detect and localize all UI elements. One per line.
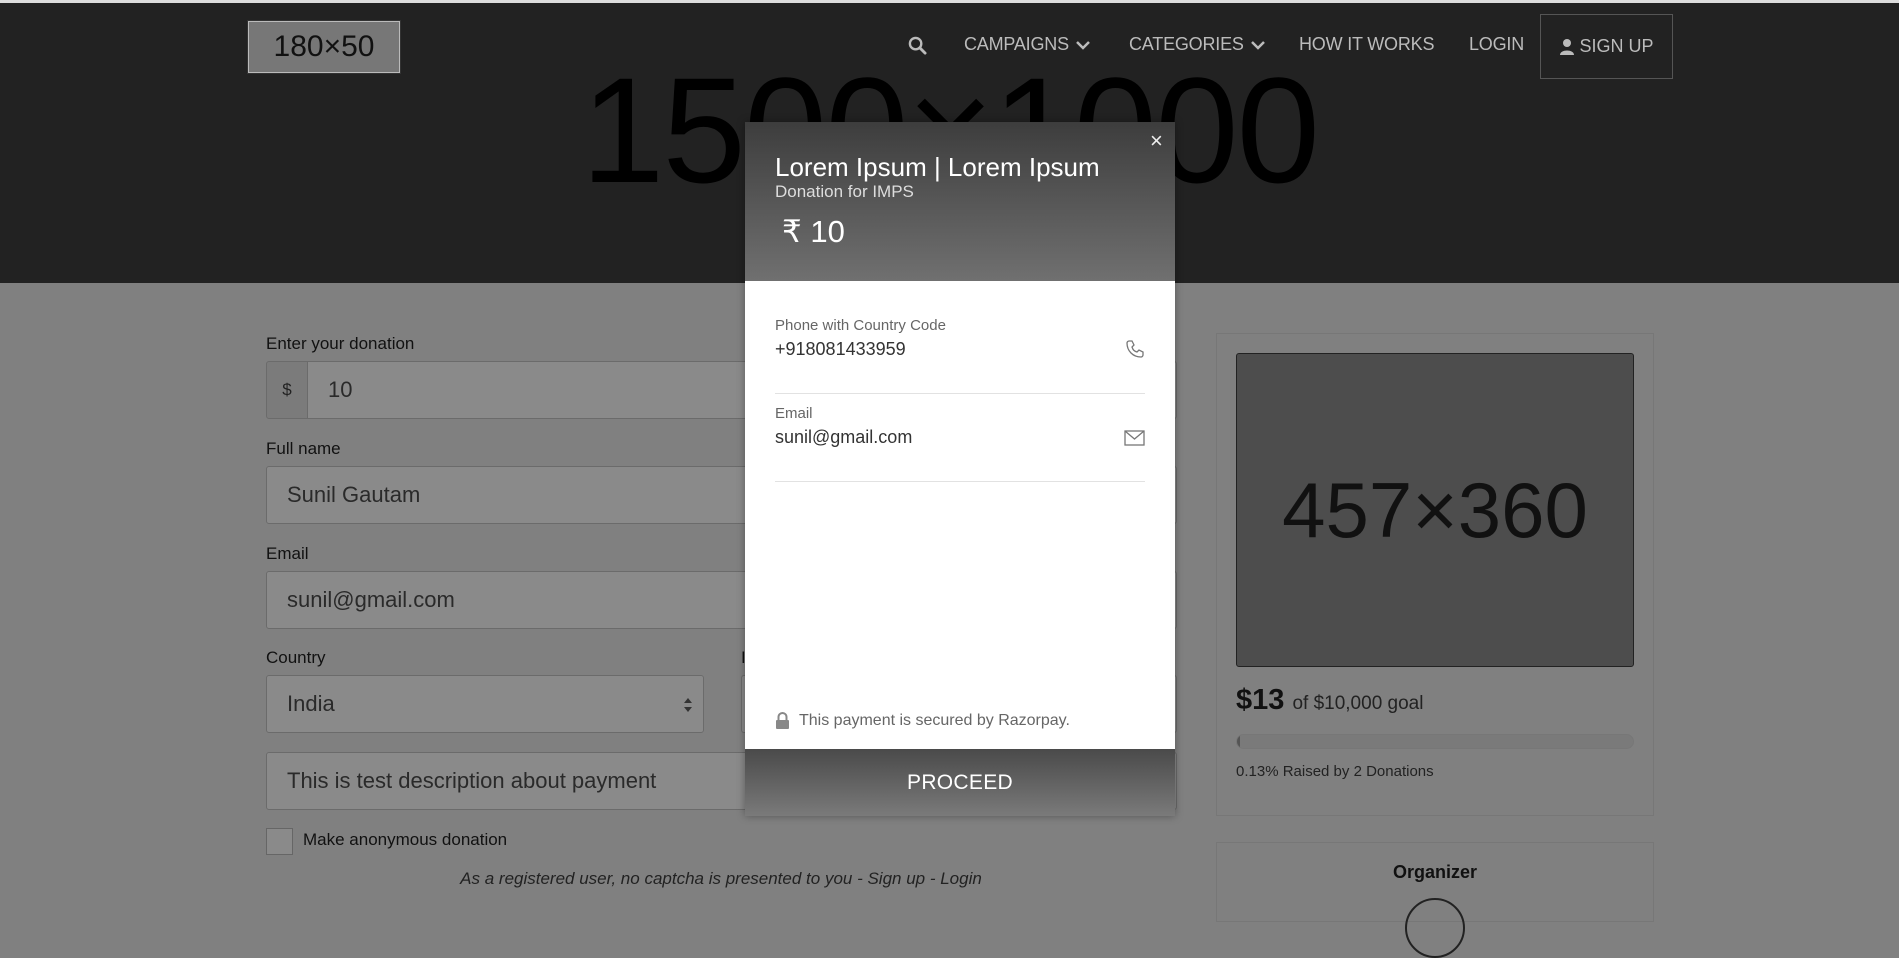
nav-categories[interactable]: CATEGORIES bbox=[1129, 34, 1267, 55]
fullname-value: Sunil Gautam bbox=[287, 482, 421, 507]
anonymous-checkbox[interactable] bbox=[266, 828, 293, 855]
anonymous-label: Make anonymous donation bbox=[303, 830, 508, 849]
chevron-down-icon bbox=[1250, 41, 1265, 51]
proceed-button[interactable]: PROCEED bbox=[745, 749, 1175, 816]
currency-addon: $ bbox=[266, 361, 308, 419]
donation-amount-value: 10 bbox=[328, 377, 353, 402]
mail-icon bbox=[1124, 430, 1145, 446]
nav-campaigns-label: CAMPAIGNS bbox=[964, 34, 1069, 54]
modal-amount: ₹ 10 bbox=[782, 214, 845, 249]
nav-login[interactable]: LOGIN bbox=[1469, 34, 1524, 55]
progress-bar bbox=[1236, 734, 1634, 749]
user-icon bbox=[1560, 38, 1575, 55]
registered-user-note: As a registered user, no captcha is pres… bbox=[460, 869, 982, 888]
email-value: sunil@gmail.com bbox=[287, 587, 455, 612]
chevron-down-icon bbox=[1075, 41, 1090, 51]
secure-note: This payment is secured by Razorpay. bbox=[775, 712, 1070, 730]
phone-icon bbox=[1126, 340, 1144, 358]
email-field[interactable]: Email sunil@gmail.com bbox=[775, 397, 1145, 482]
progress-fill bbox=[1237, 735, 1241, 748]
lock-icon bbox=[776, 712, 789, 729]
description-value: This is test description about payment bbox=[287, 768, 657, 793]
modal-email-label: Email bbox=[775, 405, 813, 422]
razorpay-checkout-modal: × Lorem Ipsum | Lorem Ipsum Donation for… bbox=[745, 122, 1175, 816]
email-label: Email bbox=[266, 544, 309, 563]
country-select[interactable]: India bbox=[266, 675, 704, 733]
country-value: India bbox=[287, 691, 335, 716]
raised-goal: of $10,000 goal bbox=[1292, 693, 1424, 714]
nav-campaigns[interactable]: CAMPAIGNS bbox=[964, 34, 1092, 55]
main-nav: CAMPAIGNS CATEGORIES HOW IT WORKS LOGIN … bbox=[0, 14, 1899, 80]
organizer-avatar bbox=[1405, 898, 1465, 958]
secure-text: This payment is secured by Razorpay. bbox=[799, 712, 1070, 729]
raised-amount-value: $13 bbox=[1236, 684, 1285, 716]
phone-label: Phone with Country Code bbox=[775, 317, 946, 334]
modal-header: × Lorem Ipsum | Lorem Ipsum Donation for… bbox=[745, 122, 1175, 281]
phone-value: +918081433959 bbox=[775, 339, 906, 359]
nav-how-it-works[interactable]: HOW IT WORKS bbox=[1299, 34, 1434, 55]
nav-categories-label: CATEGORIES bbox=[1129, 34, 1244, 54]
country-label: Country bbox=[266, 648, 326, 667]
fullname-label: Full name bbox=[266, 439, 341, 458]
raised-summary-text: 0.13% Raised by 2 Donations bbox=[1236, 763, 1434, 780]
close-icon[interactable]: × bbox=[1150, 130, 1163, 152]
phone-field[interactable]: Phone with Country Code +918081433959 bbox=[775, 309, 1145, 394]
select-arrows-icon bbox=[684, 698, 692, 712]
modal-title: Lorem Ipsum | Lorem Ipsum bbox=[775, 152, 1100, 182]
donation-label: Enter your donation bbox=[266, 334, 415, 353]
organizer-title: Organizer bbox=[1392, 862, 1478, 882]
signup-button[interactable]: SIGN UP bbox=[1540, 14, 1673, 79]
search-icon[interactable] bbox=[908, 34, 927, 55]
campaign-image-placeholder: 457×360 bbox=[1236, 353, 1634, 667]
modal-subtitle: Donation for IMPS bbox=[775, 182, 914, 201]
modal-email-value: sunil@gmail.com bbox=[775, 427, 913, 447]
raised-amount: $13 of $10,000 goal bbox=[1236, 684, 1423, 717]
signup-label: SIGN UP bbox=[1579, 36, 1654, 56]
